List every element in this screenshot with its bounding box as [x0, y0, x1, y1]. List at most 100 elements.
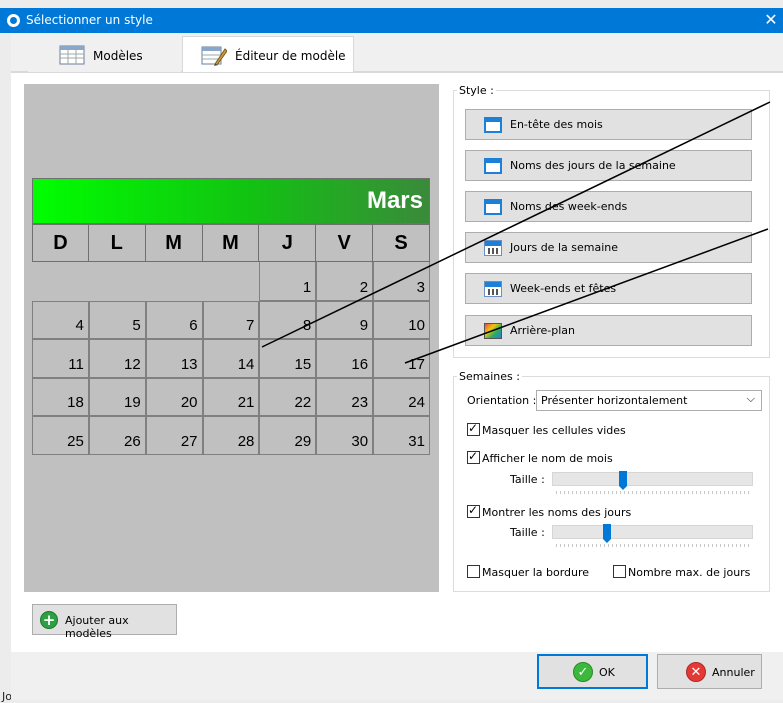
- background-icon: [484, 322, 502, 339]
- calendar-day-cell[interactable]: 19: [88, 377, 146, 416]
- calendar-day-cell[interactable]: 15: [259, 339, 317, 378]
- style-button[interactable]: Noms des jours de la semaine: [465, 150, 752, 181]
- title-bar: Sélectionner un style ✕: [0, 8, 783, 33]
- month-size-slider[interactable]: [552, 472, 753, 486]
- header-icon: [484, 157, 502, 174]
- hide-empty-cells-checkbox[interactable]: [467, 421, 480, 436]
- window-title: Sélectionner un style: [26, 13, 153, 27]
- show-month-name-label: Afficher le nom de mois: [482, 452, 613, 465]
- style-button-label: En-tête des mois: [510, 118, 603, 131]
- header-icon: [484, 116, 502, 133]
- edit-template-icon: [201, 44, 228, 66]
- calendar-day-cell[interactable]: 24: [373, 377, 430, 416]
- calendar-day-cell[interactable]: 10: [373, 300, 430, 339]
- day-header[interactable]: S: [373, 224, 430, 262]
- month-name: Mars: [366, 187, 423, 214]
- check-icon: ✓: [573, 662, 593, 682]
- day-header[interactable]: M: [145, 224, 203, 262]
- calendar-day-cell[interactable]: 29: [259, 416, 317, 455]
- calendar-day-cell[interactable]: 25: [32, 416, 89, 455]
- calendar-day-cell[interactable]: [146, 262, 203, 301]
- month-header[interactable]: Mars: [32, 178, 430, 224]
- calendar-day-cell[interactable]: 22: [259, 377, 317, 416]
- cancel-button[interactable]: ✕ Annuler: [657, 654, 762, 689]
- calendar-day-cell[interactable]: 26: [88, 416, 146, 455]
- chevron-down-icon: ⌵: [746, 392, 755, 405]
- calendar-icon: [484, 239, 502, 256]
- month-size-ticks: [556, 491, 750, 494]
- tab-modeles[interactable]: Modèles: [28, 36, 181, 72]
- ok-button[interactable]: ✓ OK: [537, 654, 648, 689]
- orientation-select[interactable]: Présenter horizontalement ⌵: [536, 390, 762, 411]
- calendar-day-cell[interactable]: [203, 262, 260, 301]
- calendar-day-cell[interactable]: 9: [316, 300, 374, 339]
- calendar-day-cell[interactable]: 6: [145, 300, 203, 339]
- day-header[interactable]: M: [202, 224, 260, 262]
- app-icon: [7, 14, 20, 27]
- orientation-label: Orientation :: [467, 394, 537, 407]
- calendar-day-cell[interactable]: 28: [202, 416, 260, 455]
- show-day-names-checkbox[interactable]: [467, 503, 480, 518]
- day-header[interactable]: D: [32, 224, 89, 262]
- month-size-thumb[interactable]: [619, 471, 628, 490]
- calendar-day-cell[interactable]: 31: [373, 416, 430, 455]
- day-size-ticks: [556, 544, 750, 547]
- day-size-label: Taille :: [510, 526, 545, 539]
- style-button[interactable]: Week-ends et fêtes: [465, 273, 752, 304]
- calendar-day-cell[interactable]: 7: [202, 300, 260, 339]
- calendar-day-cell[interactable]: 23: [316, 377, 374, 416]
- tab-label: Éditeur de modèle: [235, 49, 346, 63]
- style-button[interactable]: Arrière-plan: [465, 315, 752, 346]
- style-button-label: Arrière-plan: [510, 324, 575, 337]
- style-button[interactable]: En-tête des mois: [465, 109, 752, 140]
- calendar-day-cell[interactable]: 30: [316, 416, 374, 455]
- calendar-day-cell[interactable]: 16: [316, 339, 374, 378]
- calendar-day-cell[interactable]: 3: [373, 262, 430, 301]
- calendar-day-cell[interactable]: 14: [202, 339, 260, 378]
- ok-label: OK: [599, 666, 615, 679]
- calendar-day-cell[interactable]: 5: [88, 300, 146, 339]
- calendar-day-cell[interactable]: 8: [259, 300, 317, 339]
- day-header[interactable]: J: [259, 224, 317, 262]
- day-header[interactable]: L: [88, 224, 146, 262]
- tab-label: Modèles: [93, 49, 143, 63]
- tab-editeur-de-modele[interactable]: Éditeur de modèle: [182, 36, 354, 73]
- plus-icon: +: [40, 611, 58, 629]
- orientation-value: Présenter horizontalement: [541, 394, 688, 407]
- style-button-label: Noms des week-ends: [510, 200, 628, 213]
- weeks-group-title: Semaines :: [457, 370, 522, 383]
- day-size-slider[interactable]: [552, 525, 753, 539]
- calendar-day-cell[interactable]: 21: [202, 377, 260, 416]
- calendar-day-cell[interactable]: 2: [316, 262, 374, 301]
- style-button-label: Week-ends et fêtes: [510, 282, 617, 295]
- hide-border-checkbox[interactable]: [467, 565, 480, 578]
- max-days-label: Nombre max. de jours: [628, 566, 751, 579]
- calendar-day-cell[interactable]: 1: [259, 262, 317, 301]
- calendar-day-cell[interactable]: 13: [145, 339, 203, 378]
- calendar-day-cell[interactable]: 17: [373, 339, 430, 378]
- style-button-label: Jours de la semaine: [510, 241, 618, 254]
- show-day-names-label: Montrer les noms des jours: [482, 506, 632, 519]
- calendar-day-cell[interactable]: [89, 262, 146, 301]
- hide-border-label: Masquer la bordure: [482, 566, 590, 579]
- calendar-icon: [484, 280, 502, 297]
- calendar-day-cell[interactable]: 20: [145, 377, 203, 416]
- calendar-day-cell[interactable]: 4: [32, 300, 89, 339]
- calendar-day-cell[interactable]: [32, 262, 89, 301]
- max-days-checkbox[interactable]: [613, 565, 626, 578]
- calendar-day-cell[interactable]: 27: [145, 416, 203, 455]
- calendar-day-cell[interactable]: 11: [32, 339, 89, 378]
- calendar-day-cell[interactable]: 12: [88, 339, 146, 378]
- style-group-title: Style :: [457, 84, 496, 97]
- day-size-thumb[interactable]: [602, 524, 611, 543]
- style-button[interactable]: Jours de la semaine: [465, 232, 752, 263]
- month-size-label: Taille :: [510, 473, 545, 486]
- table-icon: [59, 44, 85, 66]
- calendar-day-cell[interactable]: 18: [32, 377, 89, 416]
- style-button[interactable]: Noms des week-ends: [465, 191, 752, 222]
- show-month-name-checkbox[interactable]: [467, 449, 480, 464]
- close-icon[interactable]: ✕: [762, 10, 780, 29]
- style-button-label: Noms des jours de la semaine: [510, 159, 676, 172]
- day-header[interactable]: V: [316, 224, 374, 262]
- add-to-models-button[interactable]: + Ajouter aux modèles: [32, 604, 177, 640]
